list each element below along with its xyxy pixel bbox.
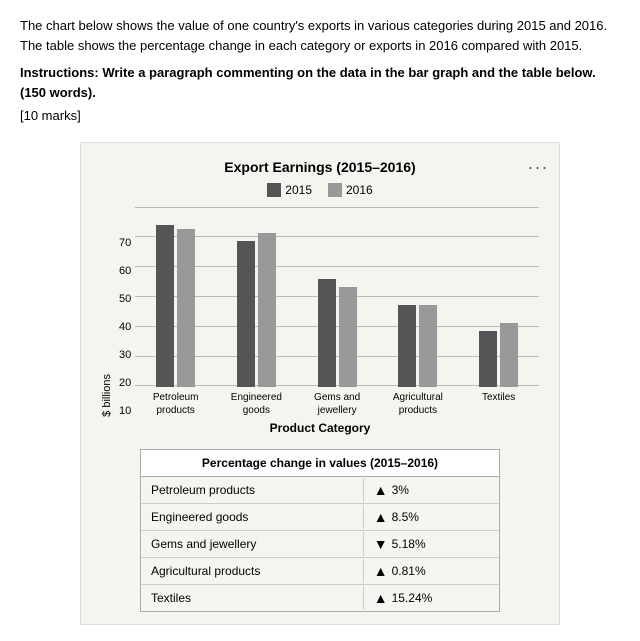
table-value-petroleum: 3%	[392, 483, 409, 497]
x-axis-labels: Petroleumproducts Engineeredgoods Gems a…	[135, 391, 539, 417]
x-label-petroleum: Petroleumproducts	[146, 391, 206, 417]
table-row-engineered: Engineered goods ▲ 8.5%	[141, 504, 499, 531]
legend-item-2016: 2016	[328, 183, 373, 197]
chart-inner: $ billions 70 60 50 40 30 20 10	[101, 207, 539, 417]
chart-title: Export Earnings (2015–2016)	[101, 159, 539, 175]
more-options-button[interactable]: ...	[528, 153, 549, 174]
bar-agricultural-2016	[419, 305, 437, 387]
chart-container: ... Export Earnings (2015–2016) 2015 201…	[80, 142, 560, 625]
table-header: Percentage change in values (2015–2016)	[141, 450, 499, 477]
x-label-agricultural: Agriculturalproducts	[388, 391, 448, 417]
bar-petroleum-2015	[156, 225, 174, 387]
bar-gems-2015	[318, 279, 336, 387]
table-change-textiles: ▲ 15.24%	[364, 585, 499, 611]
bar-group-agricultural	[398, 305, 437, 387]
table-row-textiles: Textiles ▲ 15.24%	[141, 585, 499, 611]
bars-row	[135, 207, 539, 387]
table-change-agricultural: ▲ 0.81%	[364, 558, 499, 584]
x-label-engineered: Engineeredgoods	[226, 391, 286, 417]
x-label-textiles: Textiles	[469, 391, 529, 417]
table-change-gems: ▼ 5.18%	[364, 531, 499, 557]
bars-area: Petroleumproducts Engineeredgoods Gems a…	[135, 207, 539, 417]
x-label-gems: Gems andjewellery	[307, 391, 367, 417]
arrow-up-icon: ▲	[374, 563, 388, 579]
legend-label-2016: 2016	[346, 183, 373, 197]
arrow-up-icon: ▲	[374, 482, 388, 498]
bar-textiles-2015	[479, 331, 497, 387]
y-axis-label: $ billions	[101, 374, 113, 417]
x-axis-title: Product Category	[101, 421, 539, 435]
bar-group-engineered	[237, 233, 276, 387]
legend-item-2015: 2015	[267, 183, 312, 197]
bar-engineered-2015	[237, 241, 255, 387]
table-value-gems: 5.18%	[392, 537, 426, 551]
table-value-textiles: 15.24%	[392, 591, 433, 605]
legend-color-2015	[267, 183, 281, 197]
bar-gems-2016	[339, 287, 357, 387]
legend-label-2015: 2015	[285, 183, 312, 197]
table-category-petroleum: Petroleum products	[141, 478, 364, 502]
intro-text: The chart below shows the value of one c…	[20, 16, 620, 55]
bar-agricultural-2015	[398, 305, 416, 387]
arrow-up-icon: ▲	[374, 590, 388, 606]
table-row-gems: Gems and jewellery ▼ 5.18%	[141, 531, 499, 558]
bar-group-textiles	[479, 323, 518, 387]
bar-textiles-2016	[500, 323, 518, 387]
table-category-textiles: Textiles	[141, 586, 364, 610]
table-value-agricultural: 0.81%	[392, 564, 426, 578]
table-category-gems: Gems and jewellery	[141, 532, 364, 556]
arrow-down-icon: ▼	[374, 536, 388, 552]
table-row-petroleum: Petroleum products ▲ 3%	[141, 477, 499, 504]
chart-legend: 2015 2016	[101, 183, 539, 197]
table-category-agricultural: Agricultural products	[141, 559, 364, 583]
table-change-petroleum: ▲ 3%	[364, 477, 499, 503]
bars-and-gridlines	[135, 207, 539, 387]
bar-group-gems	[318, 279, 357, 387]
marks-text: [10 marks]	[20, 106, 620, 126]
bar-group-petroleum	[156, 225, 195, 387]
legend-color-2016	[328, 183, 342, 197]
table-row-agricultural: Agricultural products ▲ 0.81%	[141, 558, 499, 585]
table-container: Percentage change in values (2015–2016) …	[140, 449, 500, 612]
bar-engineered-2016	[258, 233, 276, 387]
instructions-text: Instructions: Write a paragraph commenti…	[20, 63, 620, 102]
bar-petroleum-2016	[177, 229, 195, 387]
y-axis-ticks: 70 60 50 40 30 20 10	[119, 237, 135, 417]
